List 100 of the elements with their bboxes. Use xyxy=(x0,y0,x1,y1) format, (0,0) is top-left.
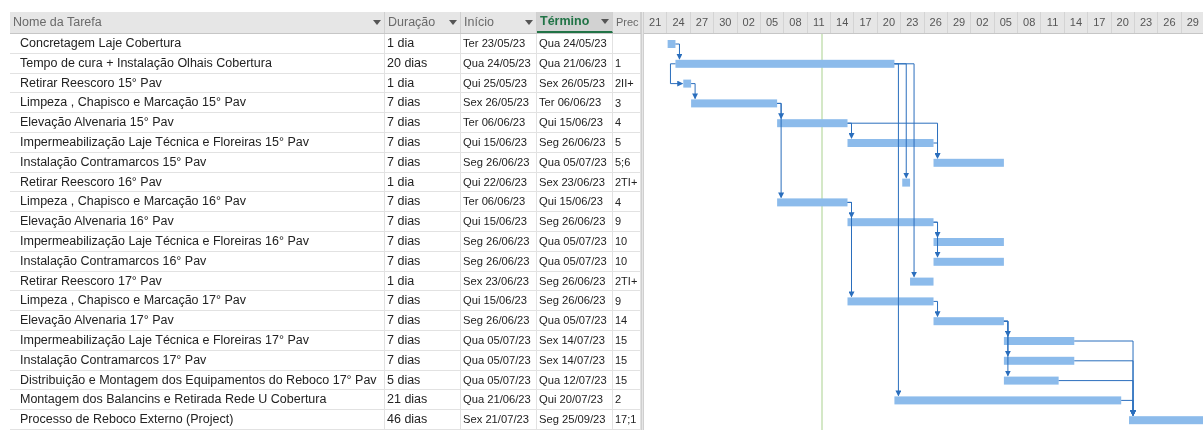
timescale-label: 27 xyxy=(695,15,709,31)
predecessor-cell-text: 15 xyxy=(615,372,628,388)
finish-date-cell-text: Qua 05/07/23 xyxy=(539,154,607,170)
task-bar[interactable] xyxy=(933,257,1004,266)
timescale-label: 11 xyxy=(1046,15,1059,31)
finish-date-cell-text: Qua 12/07/23 xyxy=(539,372,607,388)
task-name: Instalação Contramarcos 17° Pav xyxy=(20,351,207,369)
start-date-cell-text: Ter 23/05/23 xyxy=(463,36,526,51)
predecessor-cell-text: 9 xyxy=(615,214,622,230)
task-name: Montagem dos Balancins e Retirada Rede U Cobertura xyxy=(20,391,327,409)
timescale-label: 17 xyxy=(859,15,872,31)
timescale-label: 30 xyxy=(719,15,732,31)
start-date-cell-text: Qua 05/07/23 xyxy=(463,332,531,348)
timescale-label: 29 xyxy=(952,15,966,31)
timescale-label: 08 xyxy=(1023,15,1036,31)
start-date-cell-text: Qua 05/07/23 xyxy=(463,372,531,388)
finish-date-cell-text: Seg 25/09/23 xyxy=(539,412,606,428)
predecessor-cell-text: 14 xyxy=(615,313,628,329)
predecessor-cell-text: 17;1 xyxy=(615,412,637,428)
start-date-cell-text: Seg 26/06/23 xyxy=(463,253,530,269)
start-date-cell-text: Seg 26/06/23 xyxy=(463,154,530,170)
task-name: Retirar Reescoro 15° Pav xyxy=(20,74,162,92)
task-name: Limpeza , Chapisco e Marcação 17° Pav xyxy=(20,292,246,310)
start-date-cell-text: Qua 05/07/23 xyxy=(463,352,531,368)
start-date-cell-text: Sex 26/05/23 xyxy=(463,95,529,111)
start-date-cell-text: Qui 15/06/23 xyxy=(463,214,528,230)
task-bar[interactable] xyxy=(847,297,934,306)
start-date-cell-text: Qua 24/05/23 xyxy=(463,55,531,71)
column-header[interactable]: Término xyxy=(537,12,613,33)
finish-date-cell-text: Sex 14/07/23 xyxy=(539,352,605,368)
task-bar[interactable] xyxy=(902,178,911,187)
task-bar[interactable] xyxy=(847,139,934,147)
duration-cell-text: 7 dias xyxy=(387,193,421,211)
duration-cell-text: 7 dias xyxy=(387,233,421,250)
finish-date-cell-text: Qua 05/07/23 xyxy=(539,313,607,329)
duration-cell-text: 1 dia xyxy=(387,272,415,290)
task-bar[interactable] xyxy=(933,158,1004,167)
predecessor-cell-text: 10 xyxy=(615,253,628,269)
finish-date-cell-text: Seg 26/06/23 xyxy=(539,214,606,230)
task-bar[interactable] xyxy=(1003,337,1075,345)
duration-cell-text: 7 dias xyxy=(387,213,421,231)
task-bar[interactable] xyxy=(847,218,934,227)
predecessor-cell-text: 15 xyxy=(615,333,628,349)
duration-cell-text: 1 dia xyxy=(387,74,415,92)
task-bar[interactable] xyxy=(683,79,692,88)
task-name: Instalação Contramarcos 15° Pav xyxy=(20,153,207,171)
timescale-label: 02 xyxy=(742,15,755,31)
task-name: Elevação Alvenaria 15° Pav xyxy=(20,114,174,132)
task-name: Concretagem Laje Cobertura xyxy=(20,35,182,52)
column-header[interactable]: Duração xyxy=(385,12,461,33)
predecessor-cell-text: 2TI+ xyxy=(615,273,638,289)
finish-date-cell-text: Qui 20/07/23 xyxy=(539,392,604,408)
start-date-cell-text: Qui 15/06/23 xyxy=(463,293,528,309)
column-header[interactable]: Nome da Tarefa xyxy=(10,12,385,33)
finish-date-cell-text: Sex 23/06/23 xyxy=(539,174,605,190)
predecessor-cell-text: 4 xyxy=(615,115,622,131)
dependency-arrow xyxy=(669,63,684,87)
predecessor-cell-text: 5;6 xyxy=(615,154,631,170)
duration-cell-text: 7 dias xyxy=(387,331,421,349)
task-bar[interactable] xyxy=(1003,356,1075,365)
timescale-label: 14 xyxy=(1069,15,1083,31)
finish-date-cell-text: Qui 15/06/23 xyxy=(539,194,604,210)
predecessor-cell-text: 10 xyxy=(615,234,628,250)
duration-cell-text: 7 dias xyxy=(387,153,421,171)
duration-cell-text: 1 dia xyxy=(387,35,415,52)
timescale-label: 29 xyxy=(1186,15,1199,31)
predecessor-cell-text: 5 xyxy=(615,135,622,151)
timescale-label: 11 xyxy=(813,15,825,31)
predecessor-cell-text: 2TI+ xyxy=(615,174,638,190)
finish-date-cell-text: Qua 05/07/23 xyxy=(539,253,607,269)
duration-cell-text: 46 dias xyxy=(387,411,428,429)
duration-cell-text: 21 dias xyxy=(387,391,428,409)
finish-date-cell-text: Qua 21/06/23 xyxy=(539,55,607,71)
finish-date-cell-text: Ter 06/06/23 xyxy=(539,95,602,111)
dependency-arrow xyxy=(933,300,941,318)
timescale-label: 14 xyxy=(836,15,849,31)
predecessor-cell-text: 4 xyxy=(615,194,622,210)
finish-date-cell-text: Seg 26/06/23 xyxy=(539,273,606,289)
dependency-arrow xyxy=(674,43,683,60)
start-date-cell-text: Sex 23/06/23 xyxy=(463,273,529,289)
task-name: Elevação Alvenaria 16° Pav xyxy=(20,213,174,231)
task-bar[interactable] xyxy=(933,317,1004,326)
duration-cell-text: 7 dias xyxy=(387,312,421,330)
task-name: Tempo de cura + Instalação Olhais Cobertura xyxy=(20,54,272,72)
start-date-cell-text: Ter 06/06/23 xyxy=(463,115,526,131)
start-date-cell-text: Qua 21/06/23 xyxy=(463,392,531,408)
task-bar[interactable] xyxy=(1129,416,1203,425)
timescale-label: 24 xyxy=(672,15,685,31)
timescale-label: 02 xyxy=(976,15,989,31)
timescale-label: 20 xyxy=(882,15,896,31)
finish-date-cell-text: Seg 26/06/23 xyxy=(539,135,606,150)
timescale-label: 05 xyxy=(999,15,1012,31)
finish-date-cell-text: Qui 15/06/23 xyxy=(539,115,604,131)
task-bar[interactable] xyxy=(675,59,895,68)
start-date-cell-text: Qui 25/05/23 xyxy=(463,75,528,91)
task-bar[interactable] xyxy=(777,119,848,128)
task-name: Retirar Reescoro 17° Pav xyxy=(20,272,162,290)
task-name: Impermeabilização Laje Técnica e Floreiras 15° Pav xyxy=(20,134,309,151)
predecessor-cell-text: 15 xyxy=(615,352,628,368)
start-date-cell-text: Ter 06/06/23 xyxy=(463,194,526,210)
